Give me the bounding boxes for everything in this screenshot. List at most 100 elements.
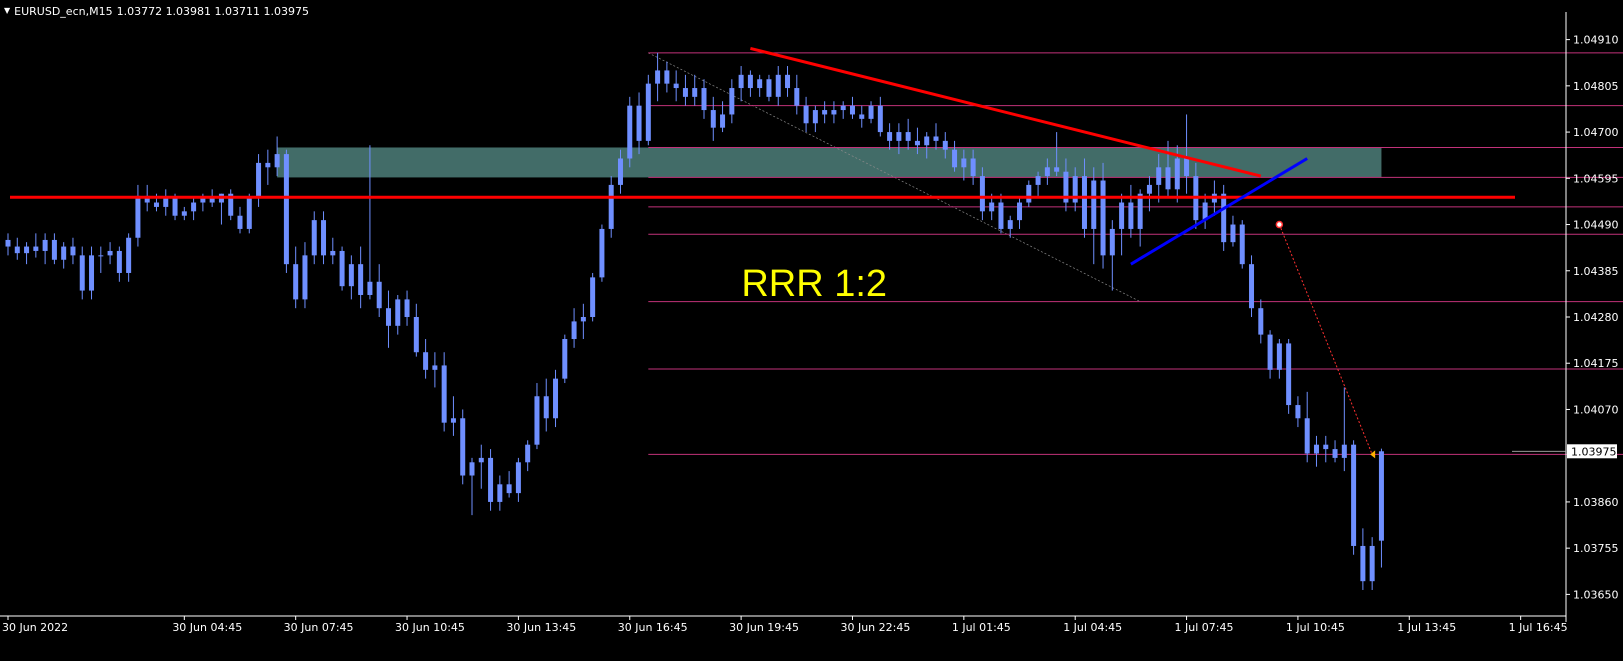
candle-body (710, 110, 716, 128)
candle (358, 246, 364, 309)
candle-body (1146, 184, 1152, 194)
candle (265, 149, 271, 185)
candle (395, 294, 401, 335)
projection-line[interactable] (1278, 224, 1373, 455)
chart-window[interactable]: 100.078.661.850.038.227.20.0-27.2-61.8 R… (0, 0, 1623, 661)
candle-body (701, 88, 707, 111)
chart-header: ▼ EURUSD_ecn,M15 1.03772 1.03981 1.03711… (4, 3, 309, 19)
y-tick-label: 1.03755 (1573, 542, 1619, 555)
candle (766, 74, 772, 102)
candle-body (961, 158, 967, 168)
candle-body (562, 339, 568, 379)
candle-body (794, 88, 800, 106)
candle (432, 352, 438, 388)
candle-body (339, 250, 345, 287)
candle-body (571, 321, 577, 340)
candle-body (1044, 167, 1050, 177)
candle (1313, 435, 1319, 467)
supply-zone-rect[interactable] (277, 147, 1382, 178)
entry-marker-icon[interactable] (1275, 220, 1284, 229)
candle-body (1304, 418, 1310, 454)
candle (738, 66, 744, 102)
candle (1202, 193, 1208, 229)
candle-body (460, 418, 466, 476)
dropdown-arrow-icon[interactable]: ▼ (4, 7, 10, 15)
candle (933, 123, 939, 150)
candle (1017, 198, 1023, 229)
candle-body (812, 110, 818, 124)
candle-body (311, 220, 317, 256)
candle-body (1174, 158, 1180, 190)
y-tick-label: 1.04910 (1573, 34, 1619, 47)
candle-body (42, 239, 48, 251)
rrr-annotation[interactable]: RRR 1:2 (741, 263, 887, 305)
candle-body (766, 79, 772, 97)
candle (1221, 184, 1227, 251)
candle-body (1109, 228, 1115, 256)
candle (571, 308, 577, 348)
candle (478, 444, 484, 489)
candle (1267, 330, 1273, 379)
candle (98, 246, 104, 273)
candle-body (256, 162, 262, 199)
candle-body (395, 299, 401, 326)
candle (710, 96, 716, 141)
candle-body (1249, 264, 1255, 309)
candle (1230, 215, 1236, 247)
candle-body (952, 149, 958, 168)
candle-body (1137, 193, 1143, 229)
candle-body (1100, 180, 1106, 256)
x-tick-label: 30 Jun 22:45 (840, 621, 910, 634)
y-tick-label: 1.03860 (1573, 496, 1619, 509)
candle (237, 206, 243, 234)
candle (1360, 528, 1366, 590)
y-tick-label: 1.04280 (1573, 311, 1619, 324)
candle-body (1360, 545, 1366, 582)
candle-body (1239, 224, 1245, 265)
candle-body (757, 79, 763, 89)
candle (1119, 193, 1125, 256)
candle-body (404, 299, 410, 317)
candle-body (599, 228, 605, 278)
candle-body (970, 158, 976, 177)
candle (181, 206, 187, 221)
candle (1286, 339, 1292, 414)
candle (543, 378, 549, 432)
x-tick-label: 30 Jun 2022 (2, 621, 68, 634)
candle-body (274, 154, 280, 168)
x-tick-label: 30 Jun 04:45 (172, 621, 242, 634)
candle (608, 176, 614, 238)
candle-body (1054, 167, 1060, 172)
candle (33, 233, 39, 258)
candle (822, 101, 828, 124)
candle-body (905, 132, 911, 141)
candle (682, 74, 688, 106)
candle (506, 471, 512, 498)
candle (905, 118, 911, 150)
candle-body (172, 198, 178, 216)
candle-body (553, 378, 559, 419)
candle-body (385, 308, 391, 326)
y-tick-label: 1.04490 (1573, 219, 1619, 232)
candle-body (617, 158, 623, 185)
candle-body (747, 74, 753, 89)
candle (107, 242, 113, 265)
candle (191, 198, 197, 221)
x-tick-label: 1 Jul 13:45 (1397, 621, 1456, 634)
candle (553, 369, 559, 428)
candle-body (1026, 184, 1032, 203)
candle (534, 383, 540, 450)
candle (89, 246, 95, 300)
price-chart[interactable]: 100.078.661.850.038.227.20.0-27.2-61.8 R… (0, 0, 1623, 661)
candle (1378, 448, 1384, 568)
candle (627, 96, 633, 168)
candle (515, 457, 521, 502)
candle-body (580, 317, 586, 322)
candle (246, 193, 252, 234)
candle (293, 246, 299, 309)
candle-body (181, 211, 187, 216)
candle-body (302, 255, 308, 300)
current-price-label: 1.03975 (1571, 445, 1617, 458)
candle (302, 242, 308, 309)
candle-body (200, 198, 206, 203)
